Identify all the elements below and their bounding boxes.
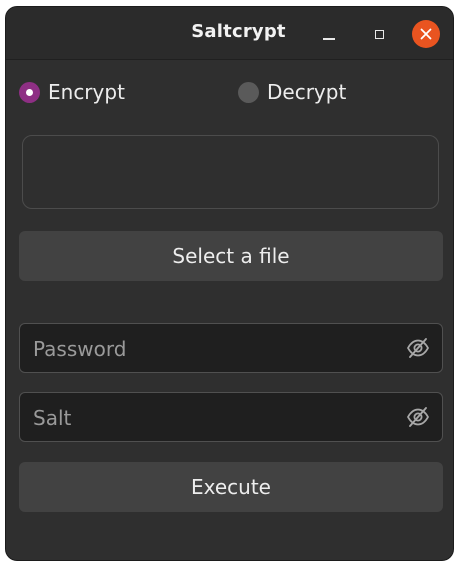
encrypt-radio-label[interactable]: Encrypt (48, 80, 125, 104)
title-bar[interactable]: Saltcrypt (6, 7, 453, 60)
decrypt-radio-label[interactable]: Decrypt (267, 80, 346, 104)
salt-field[interactable]: Salt (19, 392, 443, 442)
radio-selected-dot (26, 88, 33, 96)
eye-hidden-icon[interactable] (406, 337, 430, 359)
maximize-icon (374, 29, 384, 39)
message-text-area[interactable] (22, 135, 439, 209)
password-placeholder: Password (33, 337, 127, 361)
close-icon (420, 28, 432, 40)
minimize-icon (323, 38, 335, 40)
execute-button[interactable]: Execute (19, 462, 443, 512)
minimize-button[interactable] (315, 20, 343, 48)
select-file-button[interactable]: Select a file (19, 231, 443, 281)
decrypt-radio[interactable]: Decrypt (238, 80, 346, 104)
app-window: Saltcrypt Encrypt Decrypt Select a file … (5, 6, 454, 561)
maximize-button[interactable] (365, 20, 393, 48)
encrypt-radio-indicator[interactable] (19, 81, 40, 103)
encrypt-radio[interactable]: Encrypt (19, 80, 125, 104)
decrypt-radio-indicator[interactable] (238, 81, 259, 103)
eye-hidden-icon[interactable] (406, 406, 430, 428)
password-field[interactable]: Password (19, 323, 443, 373)
salt-placeholder: Salt (33, 406, 72, 430)
close-button[interactable] (412, 20, 440, 48)
